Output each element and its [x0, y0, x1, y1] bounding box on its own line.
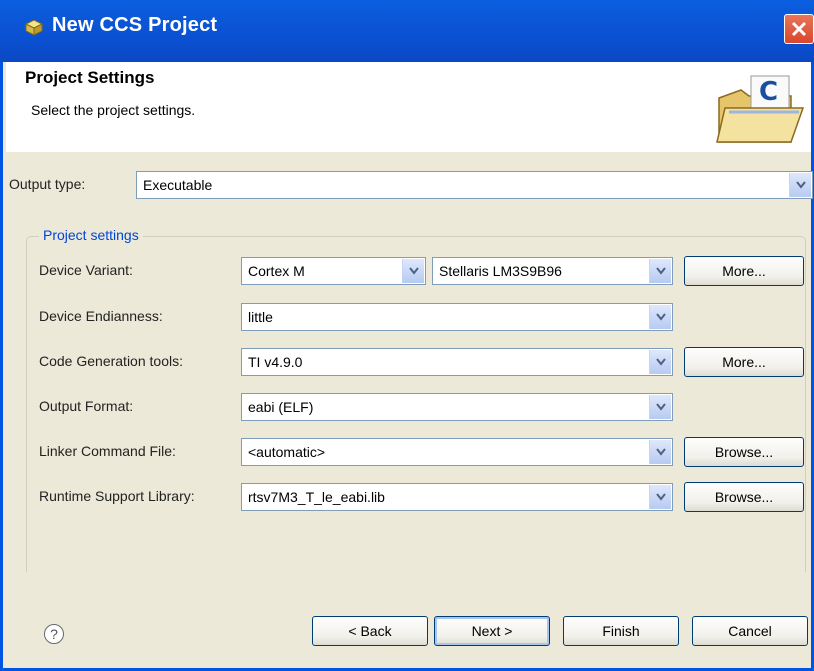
device-family-select[interactable]: Cortex M	[241, 257, 426, 285]
chevron-down-icon[interactable]	[649, 305, 671, 329]
title-bar[interactable]: New CCS Project	[0, 0, 814, 62]
output-type-label: Output type:	[9, 176, 86, 192]
device-value: Stellaris LM3S9B96	[439, 263, 562, 279]
device-endianness-value: little	[248, 309, 273, 325]
codegen-tools-label: Code Generation tools:	[39, 353, 183, 369]
output-type-value: Executable	[143, 177, 213, 193]
runtime-support-library-label: Runtime Support Library:	[39, 488, 195, 504]
close-button[interactable]	[784, 14, 814, 44]
chevron-down-icon[interactable]	[649, 259, 671, 283]
wizard-footer: ? < Back Next > Finish Cancel	[6, 572, 811, 668]
new-project-folder-icon: C	[711, 68, 806, 150]
device-more-button[interactable]: More...	[684, 256, 804, 286]
output-format-label: Output Format:	[39, 398, 134, 414]
cancel-button[interactable]: Cancel	[692, 616, 808, 646]
runtime-support-library-select[interactable]: rtsv7M3_T_le_eabi.lib	[241, 483, 673, 511]
chevron-down-icon[interactable]	[649, 395, 671, 419]
next-button[interactable]: Next >	[434, 616, 550, 646]
output-format-value: eabi (ELF)	[248, 399, 314, 415]
page-title: Project Settings	[25, 68, 155, 87]
device-select[interactable]: Stellaris LM3S9B96	[432, 257, 673, 285]
back-button[interactable]: < Back	[312, 616, 428, 646]
linker-command-file-value: <automatic>	[248, 444, 326, 460]
chevron-down-icon[interactable]	[649, 485, 671, 509]
device-family-value: Cortex M	[248, 263, 305, 279]
codegen-tools-select[interactable]: TI v4.9.0	[241, 348, 673, 376]
project-settings-group: Project settings	[26, 227, 806, 628]
wizard-header: Project Settings Select the project sett…	[6, 62, 811, 153]
linker-command-file-label: Linker Command File:	[39, 443, 176, 459]
project-settings-group-label: Project settings	[39, 227, 143, 243]
output-type-select[interactable]: Executable	[136, 171, 813, 199]
linker-browse-button[interactable]: Browse...	[684, 437, 804, 467]
page-subtitle: Select the project settings.	[31, 102, 196, 118]
finish-button[interactable]: Finish	[563, 616, 679, 646]
codegen-tools-value: TI v4.9.0	[248, 354, 303, 370]
linker-command-file-select[interactable]: <automatic>	[241, 438, 673, 466]
device-variant-label: Device Variant:	[39, 262, 133, 278]
window-title: New CCS Project	[52, 14, 218, 36]
help-icon[interactable]: ?	[44, 624, 64, 644]
chevron-down-icon[interactable]	[402, 259, 424, 283]
runtime-support-library-value: rtsv7M3_T_le_eabi.lib	[248, 489, 385, 505]
codegen-more-button[interactable]: More...	[684, 347, 804, 377]
close-icon	[791, 21, 807, 37]
device-endianness-select[interactable]: little	[241, 303, 673, 331]
svg-text:C: C	[759, 77, 778, 107]
new-ccs-project-dialog: New CCS Project Project Settings Select …	[0, 0, 814, 671]
chevron-down-icon[interactable]	[649, 440, 671, 464]
output-format-select[interactable]: eabi (ELF)	[241, 393, 673, 421]
chevron-down-icon[interactable]	[789, 173, 811, 197]
wizard-content: Output type: Executable Project settings…	[6, 152, 813, 628]
runtime-library-browse-button[interactable]: Browse...	[684, 482, 804, 512]
ccs-project-icon	[24, 18, 44, 36]
device-endianness-label: Device Endianness:	[39, 308, 163, 324]
chevron-down-icon[interactable]	[649, 350, 671, 374]
